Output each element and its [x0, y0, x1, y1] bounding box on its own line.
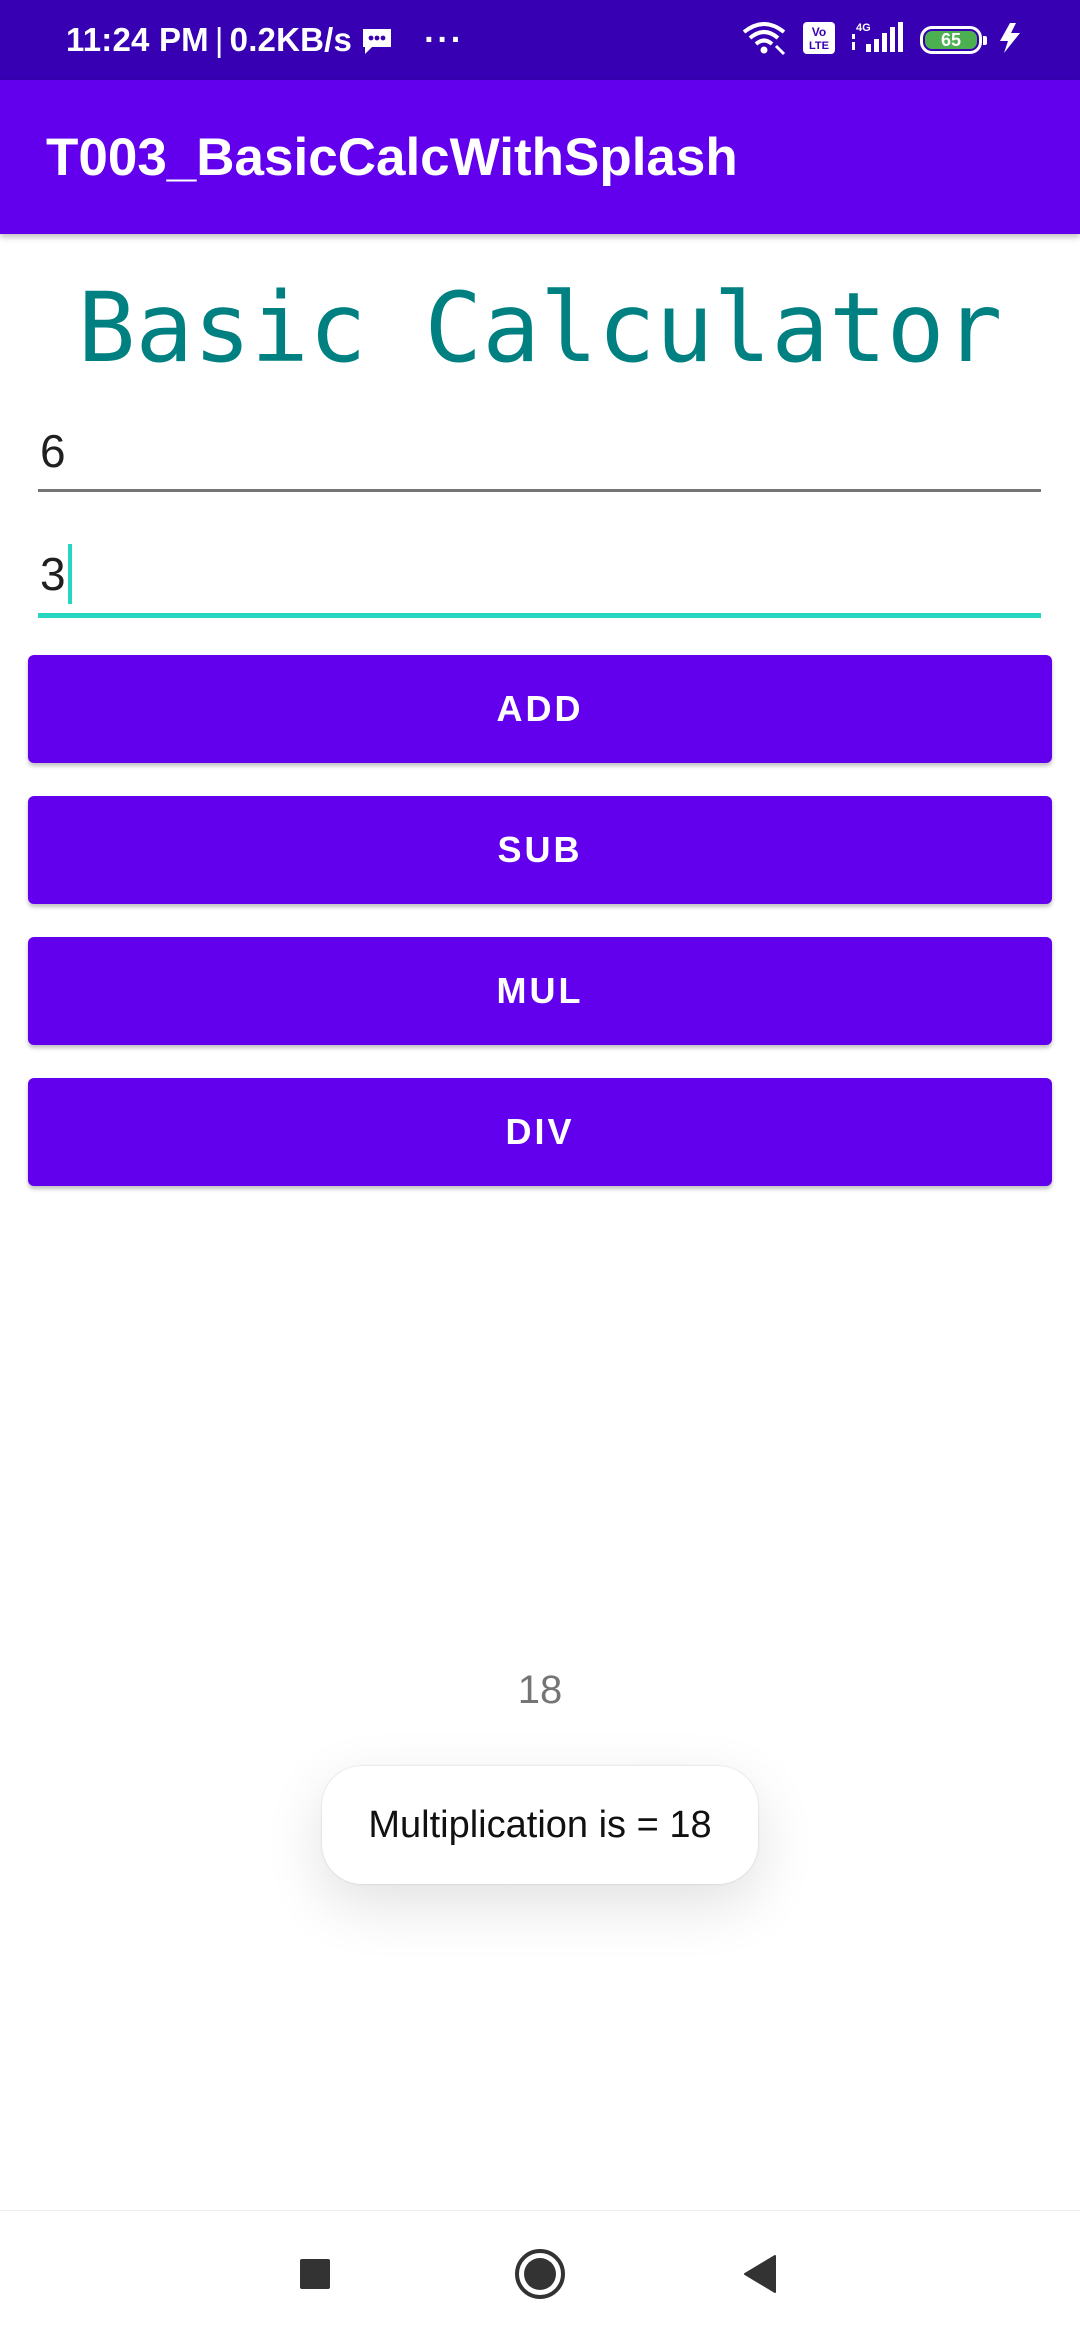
status-separator: | [214, 21, 224, 58]
more-notifications-indicator: ··· [424, 20, 465, 59]
back-triangle-icon [741, 2254, 779, 2299]
svg-text:4G: 4G [856, 22, 871, 34]
first-number-underline [38, 489, 1041, 492]
system-nav-bar [0, 2210, 1080, 2340]
text-cursor [67, 544, 72, 604]
div-button[interactable]: DIV [28, 1078, 1052, 1186]
svg-text:Vo: Vo [812, 25, 826, 39]
message-icon [360, 26, 394, 54]
second-number-underline [38, 613, 1041, 618]
status-net-speed: 0.2KB/s [229, 21, 353, 58]
status-left: 11:24 PM | 0.2KB/s ··· [66, 0, 464, 80]
mul-button[interactable]: MUL [28, 937, 1052, 1045]
wifi-icon [740, 20, 788, 61]
svg-text:LTE: LTE [809, 40, 829, 52]
status-bar: 11:24 PM | 0.2KB/s ··· Vo LTE 4G 65 [0, 0, 1080, 80]
battery-tip [983, 36, 987, 45]
battery-icon: 65 [920, 26, 987, 54]
second-number-text: 3 [40, 548, 66, 600]
charging-icon [996, 21, 1024, 60]
first-number-text: 6 [40, 425, 66, 477]
result-text: 18 [517, 1668, 563, 1712]
volte-icon: Vo LTE [802, 21, 836, 60]
back-button[interactable] [710, 2211, 810, 2340]
recents-button[interactable] [265, 2211, 365, 2340]
status-right: Vo LTE 4G 65 [740, 0, 1024, 80]
battery-fill: 65 [925, 29, 977, 50]
battery-level: 65 [940, 29, 962, 50]
recents-square-icon [298, 2257, 332, 2296]
app-toolbar: T003_BasicCalcWithSplash [0, 80, 1080, 234]
toast-message: Multiplication is = 18 [322, 1766, 758, 1884]
sub-button[interactable]: SUB [28, 796, 1052, 904]
4g-signal-icon: 4G [850, 20, 906, 61]
second-number-field[interactable]: 3 [38, 526, 1041, 618]
page-title: Basic Calculator [77, 272, 1003, 384]
toolbar-title: T003_BasicCalcWithSplash [46, 127, 738, 187]
add-button[interactable]: ADD [28, 655, 1052, 763]
first-number-field[interactable]: 6 [38, 400, 1041, 492]
status-time: 11:24 PM [66, 21, 209, 58]
second-number-value: 3 [40, 544, 72, 604]
home-button[interactable] [490, 2211, 590, 2340]
home-circle-icon [513, 2247, 567, 2306]
app-screen: 11:24 PM | 0.2KB/s ··· Vo LTE 4G 65 T003… [0, 0, 1080, 2340]
first-number-value: 6 [40, 424, 66, 478]
